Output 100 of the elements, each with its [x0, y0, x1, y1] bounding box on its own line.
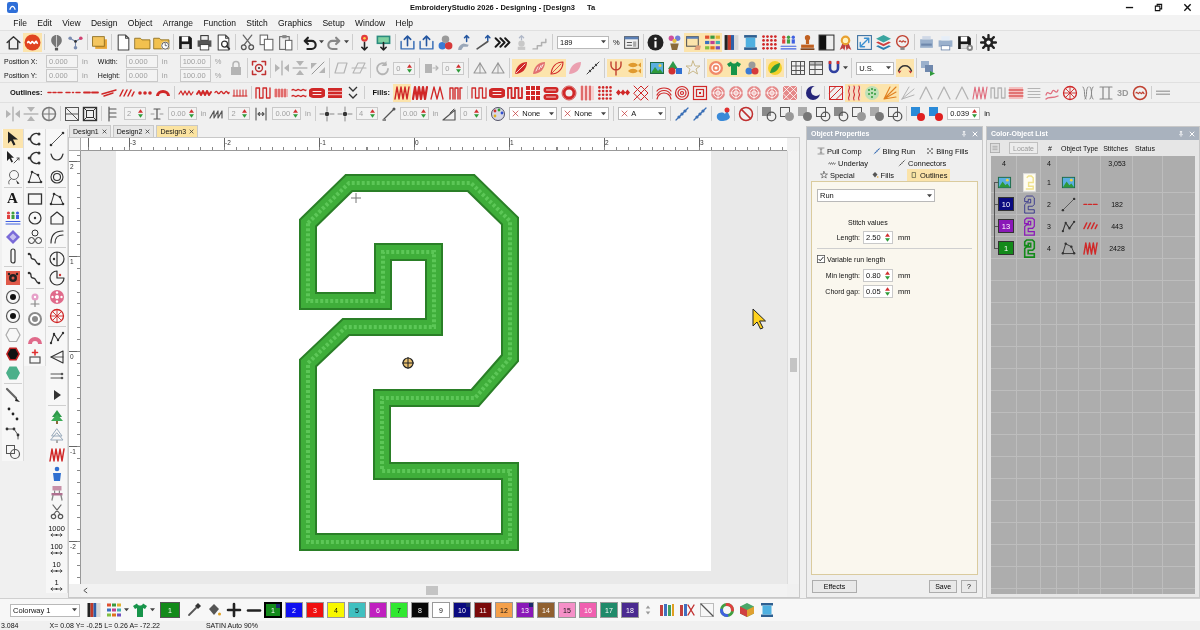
caret-icon[interactable]	[344, 40, 349, 44]
ring-icon[interactable]	[48, 168, 65, 185]
overlapping-shapes-icon[interactable]	[4, 443, 21, 460]
wave-circle-icon[interactable]	[1131, 84, 1148, 101]
column-gap-icon[interactable]	[253, 105, 270, 122]
spinner-icon[interactable]	[885, 270, 890, 280]
thread-spool-icon[interactable]	[741, 33, 759, 51]
plus-box-icon[interactable]	[26, 348, 43, 365]
dot-grid-icon[interactable]	[597, 84, 614, 101]
spinner-icon[interactable]	[972, 109, 978, 118]
zigzag-fill-icon[interactable]	[412, 84, 429, 101]
diamond-icon[interactable]	[4, 228, 21, 245]
wave-columns-icon[interactable]	[845, 83, 864, 102]
scissors-icon[interactable]	[239, 33, 256, 51]
pentagon-icon[interactable]	[48, 209, 65, 226]
half-circle-icon[interactable]	[48, 250, 65, 267]
caret-icon[interactable]	[843, 66, 849, 70]
resize-frame-icon[interactable]	[855, 33, 873, 51]
plus-icon[interactable]	[226, 602, 242, 618]
spoked-wheel-icon[interactable]	[48, 307, 65, 324]
thick-ring-icon[interactable]	[561, 84, 578, 101]
line-node-icon[interactable]	[48, 130, 65, 147]
menu-item[interactable]: Setup	[317, 17, 350, 28]
square-circle-icon[interactable]	[910, 105, 927, 122]
arch-icon[interactable]	[154, 88, 171, 97]
crossed-circle-icon[interactable]	[41, 105, 57, 122]
printer-icon[interactable]	[196, 33, 213, 51]
color-grid-icon[interactable]	[702, 32, 722, 52]
new-document-icon[interactable]	[115, 33, 132, 51]
dashed-line-icon[interactable]	[46, 91, 63, 94]
nested-squares-icon[interactable]	[82, 105, 98, 122]
curved-band-icon[interactable]	[48, 228, 65, 245]
dot-line-icon[interactable]	[136, 90, 153, 95]
prohibited-icon[interactable]	[738, 105, 755, 122]
caret-icon[interactable]	[124, 608, 129, 612]
bulb-icon[interactable]	[893, 33, 911, 51]
square-wave-icon[interactable]	[471, 84, 488, 101]
color-cube-icon[interactable]	[739, 602, 755, 618]
pencil-icon[interactable]	[4, 386, 21, 403]
overlapping-shapes-icon[interactable]	[797, 105, 814, 122]
node-cross-icon[interactable]	[318, 105, 335, 122]
long-dash-line-icon[interactable]	[82, 91, 99, 94]
window-hand-icon[interactable]	[683, 32, 703, 52]
people-icon[interactable]	[4, 209, 21, 226]
slashes-icon[interactable]	[118, 88, 135, 97]
polygon-nodes-icon[interactable]	[48, 190, 65, 207]
restore-icon[interactable]	[1154, 3, 1163, 12]
target-icon[interactable]	[4, 288, 21, 305]
checkbox[interactable]	[817, 255, 825, 263]
floppy-gear-icon[interactable]	[955, 33, 973, 51]
overlapping-shapes-icon[interactable]	[815, 105, 832, 122]
striped-block-icon[interactable]	[579, 84, 596, 101]
zigzag-fill-icon[interactable]	[48, 446, 65, 463]
tree-icon[interactable]	[48, 408, 65, 425]
square-wave-icon[interactable]	[254, 84, 271, 101]
triangle-icon[interactable]	[48, 348, 65, 365]
info-icon[interactable]	[646, 33, 664, 51]
overlapping-shapes-icon[interactable]	[779, 105, 796, 122]
needle-upload-icon[interactable]	[475, 33, 492, 51]
menu-item[interactable]: Help	[390, 17, 419, 28]
people-icon[interactable]	[779, 33, 797, 51]
horizontal-stripes-icon[interactable]	[1008, 84, 1025, 101]
chair-icon[interactable]	[48, 484, 65, 501]
shape-outlines-icon[interactable]	[26, 228, 43, 245]
dot-grid-icon[interactable]	[760, 33, 778, 51]
hot-air-balloon-icon[interactable]	[48, 33, 65, 51]
rectangle-icon[interactable]	[26, 190, 43, 207]
overlapping-shapes-icon[interactable]	[761, 105, 778, 122]
target-icon[interactable]	[4, 307, 21, 324]
arcs-icon[interactable]	[656, 84, 673, 101]
house-icon[interactable]	[5, 33, 22, 51]
menu-item[interactable]: Edit	[32, 17, 58, 28]
menu-item[interactable]: View	[57, 17, 86, 28]
flower-tile-icon[interactable]	[4, 269, 21, 286]
color-bars-icon[interactable]	[722, 33, 740, 51]
curve-nodes-icon[interactable]	[26, 130, 43, 147]
overlapping-shapes-icon[interactable]	[887, 105, 904, 122]
divided-square-icon[interactable]	[64, 105, 80, 122]
menu-item[interactable]: Stitch	[241, 17, 273, 28]
arrow-pointer-icon[interactable]	[2, 129, 23, 148]
palette-icon[interactable]	[490, 105, 507, 122]
reshape-pointer-icon[interactable]	[4, 149, 21, 166]
caret-icon[interactable]	[319, 40, 324, 44]
menu-item[interactable]: File	[8, 17, 33, 28]
layers-icon[interactable]	[874, 33, 892, 51]
pie-icon[interactable]	[48, 269, 65, 286]
close-icon[interactable]	[1183, 3, 1192, 12]
color-ring-icon[interactable]	[719, 602, 735, 618]
spoked-wheel-icon[interactable]	[1062, 84, 1079, 101]
spinner-icon[interactable]	[885, 286, 890, 296]
bracket-columns-icon[interactable]	[1098, 84, 1115, 101]
spacing-icon[interactable]	[149, 105, 165, 122]
square-wave-icon[interactable]	[507, 84, 524, 101]
squiggle-icon[interactable]	[26, 269, 43, 286]
caret-icon[interactable]	[150, 608, 155, 612]
concentric-squares-icon[interactable]	[692, 84, 709, 101]
thread-columns-cross-icon[interactable]	[679, 602, 695, 618]
close-icon[interactable]	[189, 129, 195, 134]
box-upload-icon[interactable]	[399, 33, 416, 51]
box-upload-icon[interactable]	[418, 33, 435, 51]
